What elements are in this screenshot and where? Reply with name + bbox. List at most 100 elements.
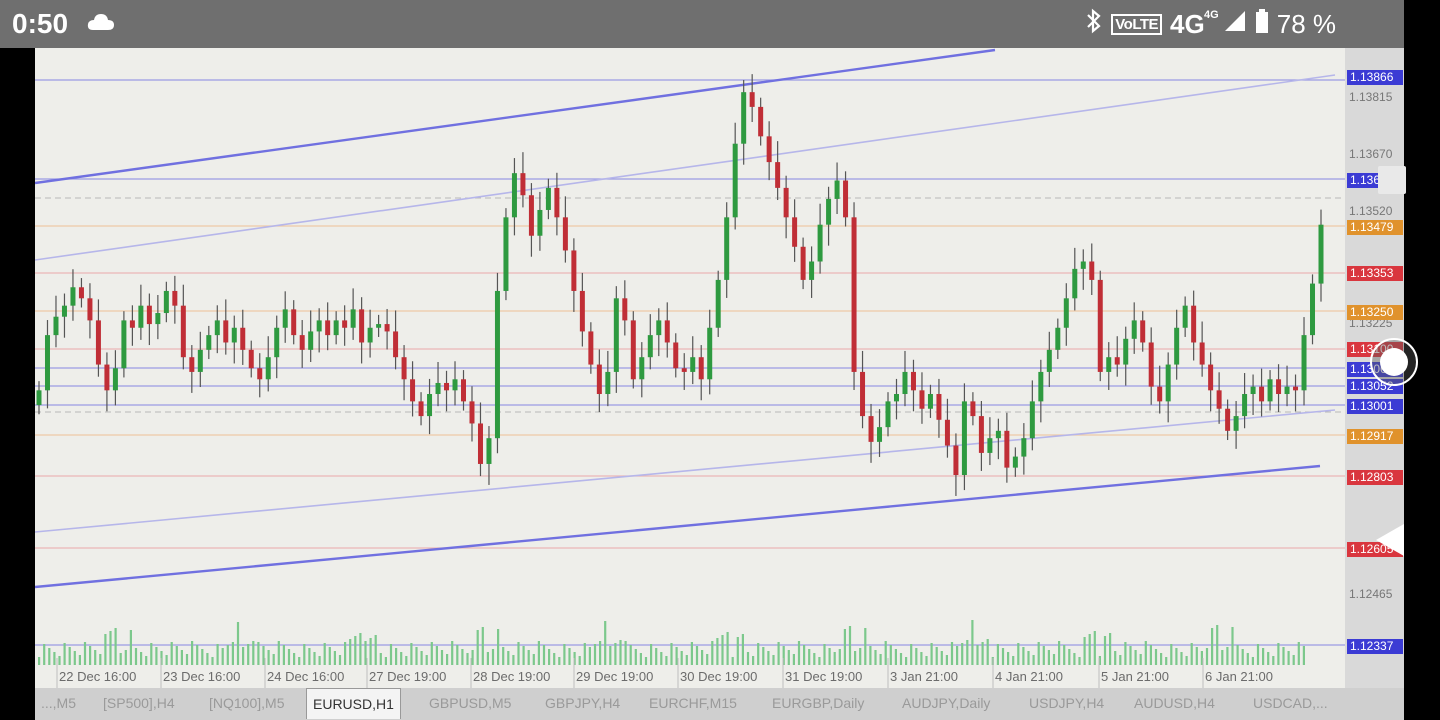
- candle-bear: [851, 202, 857, 390]
- candle-bear: [622, 280, 628, 336]
- chart-tab[interactable]: EURGBP,Daily: [766, 688, 870, 718]
- volume-bar: [762, 647, 765, 665]
- price-level-label: 1.13250: [1347, 305, 1403, 320]
- chart-tab[interactable]: EURUSD,H1: [306, 688, 401, 719]
- volume-bar: [1012, 656, 1015, 665]
- candle-body: [70, 287, 76, 306]
- chart-tab[interactable]: AUDJPY,Daily: [896, 688, 996, 718]
- candle-body: [36, 390, 42, 406]
- candle-body: [936, 394, 942, 420]
- candle-bull: [427, 378, 433, 435]
- candle-body: [104, 364, 110, 391]
- volume-bar: [583, 643, 586, 665]
- candle-body: [138, 305, 144, 328]
- volume-bar: [1165, 657, 1168, 665]
- volume-bar: [1083, 637, 1086, 665]
- volume-bar: [665, 656, 668, 665]
- candle-bear: [596, 349, 602, 413]
- chart-tab[interactable]: [SP500],H4: [97, 688, 181, 718]
- candle-bull: [893, 378, 899, 420]
- candle-body: [690, 357, 696, 372]
- candle-bear: [970, 392, 976, 426]
- volume-bar: [848, 626, 852, 665]
- status-time: 0:50: [12, 8, 69, 39]
- chart-tab[interactable]: GBPJPY,H4: [539, 688, 626, 718]
- chart-canvas[interactable]: 22 Dec 16:00 23 Dec 16:00 24 Dec 16:00 27 D…: [35, 48, 1345, 688]
- candle-bear: [146, 293, 152, 346]
- trend-channel[interactable]: [35, 48, 1336, 589]
- volume-bar: [364, 641, 367, 665]
- candle-body: [868, 416, 874, 442]
- volume-bar: [1139, 654, 1142, 665]
- candle-body: [749, 92, 755, 107]
- candle-bull: [1046, 331, 1052, 388]
- chart-tab[interactable]: ...,M5: [35, 688, 82, 718]
- volume-bar: [486, 652, 489, 665]
- back-button[interactable]: [1376, 524, 1404, 556]
- volume-bar: [53, 652, 56, 665]
- volume-bar: [134, 648, 138, 665]
- candle-bull: [53, 295, 59, 348]
- candle-body: [1208, 364, 1214, 391]
- recent-apps-button[interactable]: [1378, 166, 1406, 194]
- candle-body: [452, 379, 458, 391]
- volume-bar: [1272, 656, 1275, 665]
- volume-bar: [879, 654, 882, 665]
- candle-bull: [1301, 317, 1307, 406]
- volume-bar: [89, 646, 92, 665]
- candle-body: [766, 136, 772, 163]
- candle-body: [129, 320, 135, 328]
- volume-bar: [639, 653, 642, 665]
- chart-tab[interactable]: EURCHF,M15: [643, 688, 743, 718]
- candle-body: [970, 401, 976, 417]
- volume-bar: [568, 648, 571, 665]
- candle-body: [393, 331, 399, 358]
- candle-bull: [834, 162, 840, 215]
- volume-bar: [1185, 656, 1188, 665]
- volume-bar: [333, 651, 336, 665]
- candle-bear: [1004, 412, 1010, 483]
- candle-body: [486, 438, 492, 464]
- chart-tab[interactable]: [NQ100],M5: [203, 688, 290, 718]
- candle-body: [61, 305, 67, 317]
- price-chart[interactable]: 22 Dec 16:00 23 Dec 16:00 24 Dec 16:00 27 D…: [35, 48, 1345, 688]
- volume-bar: [150, 643, 153, 665]
- home-button[interactable]: [1370, 338, 1418, 386]
- volume-bar: [884, 641, 887, 665]
- volume-bar: [1022, 647, 1025, 665]
- volume-bar: [1302, 646, 1305, 665]
- volume-bar: [1093, 631, 1096, 665]
- candle-body: [978, 416, 984, 453]
- chart-tab[interactable]: USDJPY,H4: [1023, 688, 1110, 718]
- chart-tab[interactable]: AUDUSD,H4: [1128, 688, 1221, 718]
- volume-bar: [629, 645, 632, 665]
- volume-bar: [461, 649, 464, 665]
- volume-bar: [1149, 645, 1152, 665]
- chart-tab[interactable]: GBPUSD,M5: [423, 688, 517, 718]
- candle-bull: [1063, 283, 1069, 346]
- volume-bar: [1282, 647, 1285, 665]
- candle-body: [1012, 456, 1018, 468]
- volume-bar: [109, 631, 112, 665]
- candle-body: [1259, 386, 1265, 402]
- candle-body: [1199, 342, 1205, 365]
- volume-bar: [685, 655, 688, 665]
- candle-body: [893, 394, 899, 402]
- candle-body: [350, 309, 356, 328]
- candle-body: [1038, 371, 1044, 402]
- volume-bar: [971, 620, 974, 665]
- volume-bar: [1047, 650, 1050, 665]
- volume-bar: [604, 621, 607, 665]
- volume-bar: [242, 647, 245, 665]
- volume-bar: [854, 651, 857, 665]
- candle-body: [121, 320, 127, 369]
- volume-bar: [502, 647, 505, 665]
- volume-bar: [920, 652, 923, 665]
- chart-tab[interactable]: USDCAD,...: [1247, 688, 1334, 718]
- candle-bull: [112, 350, 118, 406]
- candle-bear: [919, 372, 925, 424]
- candle-body: [1106, 357, 1112, 372]
- price-level-label: 1.12337: [1347, 639, 1403, 654]
- candle-body: [910, 371, 916, 391]
- candle-body: [1216, 390, 1222, 409]
